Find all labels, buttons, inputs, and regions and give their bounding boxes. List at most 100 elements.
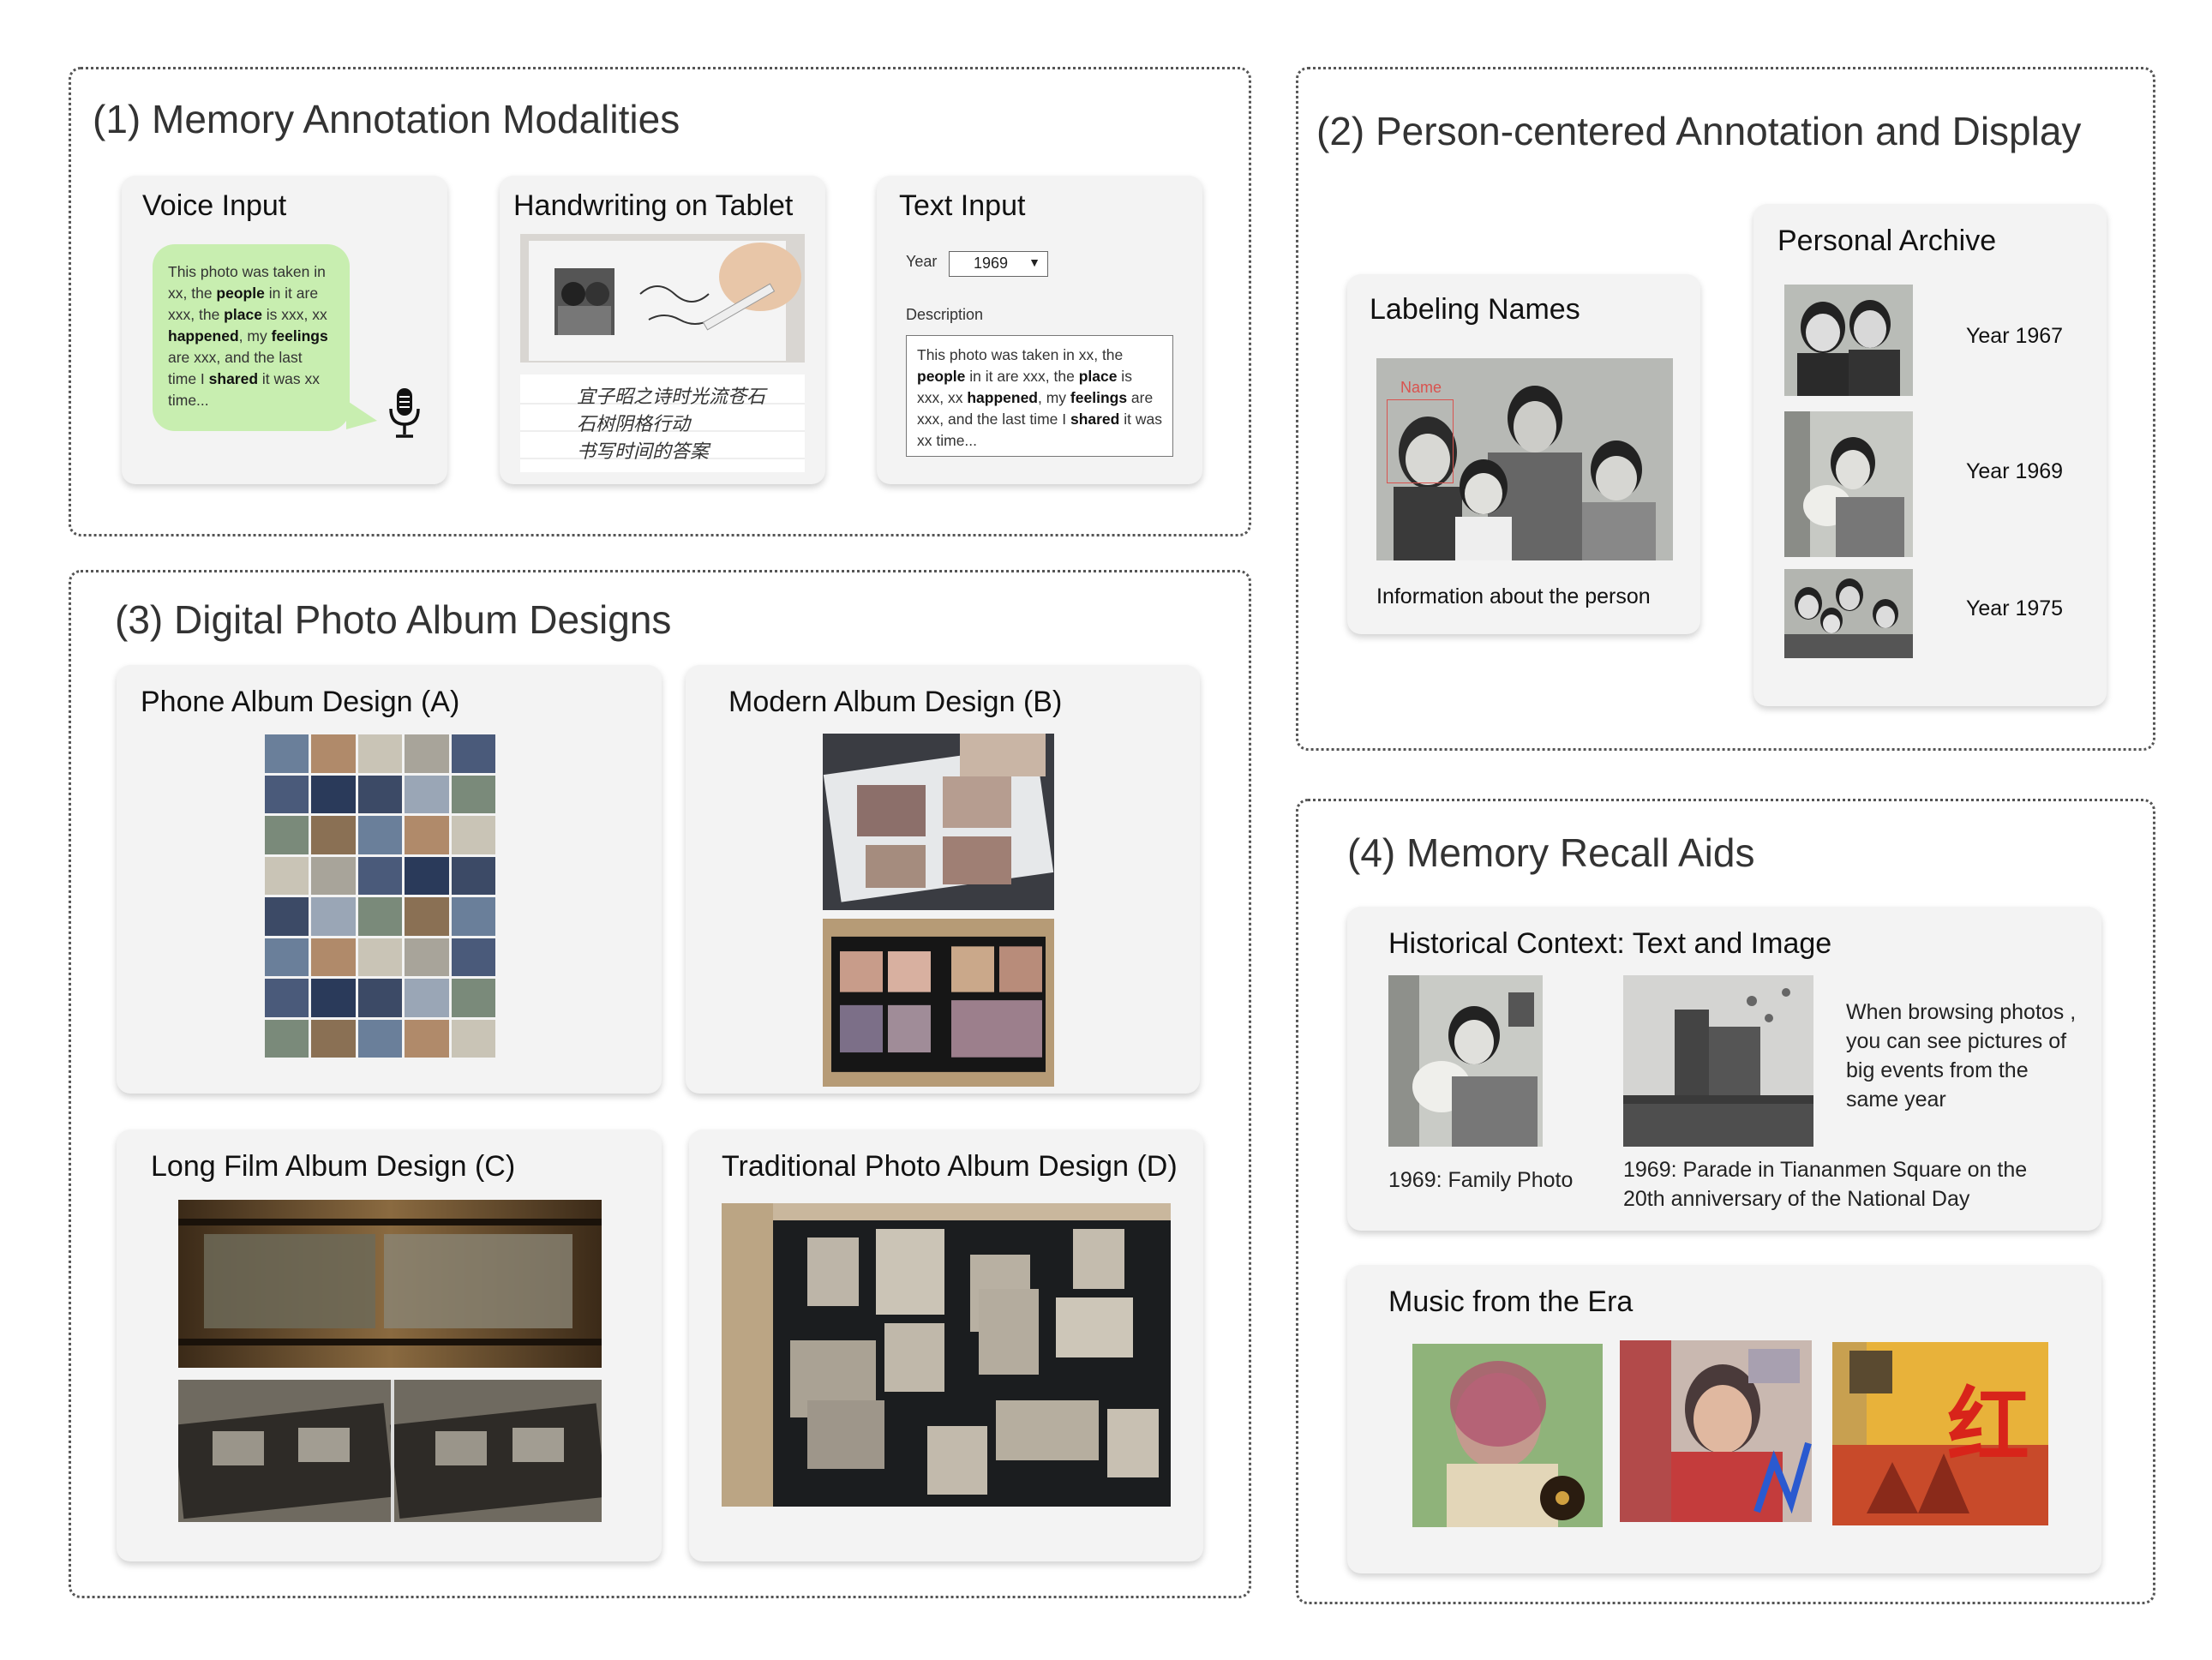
- phone-album-thumbnail[interactable]: [451, 979, 495, 1017]
- archive-year-1975: Year 1975: [1966, 596, 2064, 620]
- phone-album-thumbnail[interactable]: [357, 775, 403, 813]
- film-strip-bottom[interactable]: [178, 1380, 602, 1522]
- phone-album-thumbnail[interactable]: [405, 816, 449, 854]
- album-cover-2[interactable]: [1620, 1340, 1812, 1522]
- historical-context-card[interactable]: Historical Context: Text and Image When …: [1347, 907, 2101, 1231]
- parade-photo-1969[interactable]: [1623, 975, 1813, 1147]
- phone-album-thumbnail[interactable]: [451, 734, 495, 773]
- film-strip-top[interactable]: [178, 1200, 602, 1368]
- phone-album-thumbnail[interactable]: [265, 1019, 309, 1058]
- section-title-2: (2) Person-centered Annotation and Displ…: [1316, 109, 2082, 153]
- phone-album-thumbnail[interactable]: [265, 938, 309, 976]
- phone-album-thumbnail[interactable]: [265, 979, 309, 1017]
- phone-album-thumbnail[interactable]: [265, 856, 309, 895]
- long-film-album-card[interactable]: Long Film Album Design (C): [117, 1130, 662, 1561]
- phone-album-thumbnail[interactable]: [405, 775, 449, 813]
- keyword-text: people: [216, 285, 265, 302]
- phone-album-thumbnail[interactable]: [311, 816, 356, 854]
- person-info-text: Information about the person: [1376, 584, 1651, 608]
- dropdown-arrow-icon: ▼: [1028, 255, 1040, 269]
- phone-album-thumbnail[interactable]: [357, 938, 403, 976]
- phone-album-thumbnail[interactable]: [405, 1019, 449, 1058]
- keyword-text: happened: [168, 327, 239, 345]
- phone-album-thumbnail[interactable]: [311, 856, 356, 895]
- keyword-text: shared: [1070, 411, 1120, 428]
- keyword-text: shared: [208, 370, 259, 387]
- plain-text: is xxx, xx: [261, 306, 327, 323]
- phone-album-thumbnail[interactable]: [265, 816, 309, 854]
- archive-photo-1967[interactable]: [1784, 285, 1913, 396]
- phone-album-thumbnail[interactable]: [357, 734, 403, 773]
- long-film-album-title: Long Film Album Design (C): [151, 1150, 516, 1183]
- traditional-album-photo[interactable]: [722, 1203, 1171, 1507]
- phone-album-thumbnail[interactable]: [311, 1019, 356, 1058]
- phone-album-thumbnail[interactable]: [451, 856, 495, 895]
- handwriting-title: Handwriting on Tablet: [513, 189, 794, 222]
- family-photo-caption: 1969: Family Photo: [1388, 1168, 1574, 1192]
- labeling-names-title: Labeling Names: [1370, 293, 1580, 326]
- phone-album-thumbnail[interactable]: [265, 897, 309, 936]
- text-input-card[interactable]: Text Input Year 1969 ▼ Description This …: [877, 176, 1202, 484]
- phone-album-thumbnail[interactable]: [311, 734, 356, 773]
- phone-album-thumbnail[interactable]: [357, 979, 403, 1017]
- phone-album-title: Phone Album Design (A): [141, 686, 460, 718]
- phone-album-thumbnail[interactable]: [311, 775, 356, 813]
- phone-album-thumbnail[interactable]: [405, 897, 449, 936]
- description-textarea[interactable]: This photo was taken in xx, the people i…: [906, 335, 1173, 457]
- traditional-album-card[interactable]: Traditional Photo Album Design (D): [689, 1130, 1203, 1561]
- archive-photo-1969[interactable]: [1784, 411, 1913, 557]
- personal-archive-title: Personal Archive: [1777, 225, 1997, 257]
- phone-album-thumbnail[interactable]: [311, 897, 356, 936]
- traditional-album-title: Traditional Photo Album Design (D): [722, 1150, 1178, 1183]
- archive-photo-1975[interactable]: [1784, 569, 1913, 658]
- family-photo-1969[interactable]: [1388, 975, 1543, 1147]
- phone-album-grid[interactable]: [264, 734, 497, 1059]
- parade-photo-caption: 1969: Parade in Tiananmen Square on the …: [1623, 1158, 2028, 1211]
- album-cover-3-glyph: 红: [1947, 1377, 2029, 1474]
- phone-album-thumbnail[interactable]: [405, 979, 449, 1017]
- labeling-names-card[interactable]: Labeling Names Name Information about th…: [1347, 274, 1700, 634]
- phone-album-thumbnail[interactable]: [265, 775, 309, 813]
- phone-album-thumbnail[interactable]: [451, 897, 495, 936]
- phone-album-thumbnail[interactable]: [311, 979, 356, 1017]
- voice-input-card[interactable]: Voice Input This photo was taken in xx, …: [122, 176, 447, 484]
- phone-album-thumbnail[interactable]: [405, 734, 449, 773]
- album-cover-1[interactable]: [1412, 1344, 1603, 1527]
- section-title-4: (4) Memory Recall Aids: [1347, 830, 1755, 875]
- year-select[interactable]: 1969 ▼: [949, 251, 1048, 277]
- keyword-text: happened: [967, 389, 1038, 406]
- phone-album-thumbnail[interactable]: [405, 938, 449, 976]
- plain-text: , my: [1038, 389, 1070, 406]
- phone-album-thumbnail[interactable]: [451, 938, 495, 976]
- handwriting-card[interactable]: Handwriting on Tablet 宜子昭之诗时光流苍石 石树阴格行动 …: [500, 176, 825, 484]
- phone-album-thumbnail[interactable]: [265, 734, 309, 773]
- phone-album-thumbnail[interactable]: [311, 938, 356, 976]
- plain-text: This photo was taken in xx, the: [917, 346, 1124, 363]
- modern-album-photo-top[interactable]: [823, 734, 1054, 910]
- archive-year-1969: Year 1969: [1966, 459, 2064, 483]
- name-tag-label: Name: [1400, 379, 1442, 396]
- plain-text: , my: [238, 327, 272, 345]
- phone-album-thumbnail[interactable]: [357, 897, 403, 936]
- text-input-title: Text Input: [899, 189, 1026, 222]
- phone-album-thumbnail[interactable]: [357, 1019, 403, 1058]
- music-era-title: Music from the Era: [1388, 1285, 1634, 1318]
- keyword-text: place: [224, 306, 262, 323]
- phone-album-thumbnail[interactable]: [451, 775, 495, 813]
- name-bounding-box[interactable]: [1387, 399, 1454, 483]
- modern-album-photo-bottom[interactable]: [823, 919, 1054, 1087]
- phone-album-thumbnail[interactable]: [451, 816, 495, 854]
- music-era-card[interactable]: Music from the Era 红: [1347, 1265, 2101, 1573]
- phone-album-card[interactable]: Phone Album Design (A): [117, 665, 662, 1094]
- phone-album-thumbnail[interactable]: [357, 856, 403, 895]
- historical-context-title: Historical Context: Text and Image: [1388, 927, 1832, 960]
- modern-album-card[interactable]: Modern Album Design (B): [686, 665, 1200, 1094]
- personal-archive-card[interactable]: Personal Archive Year 1967 Year 1969 Yea…: [1753, 204, 2107, 706]
- microphone-icon[interactable]: [386, 387, 423, 440]
- year-select-value: 1969: [974, 255, 1009, 272]
- keyword-text: people: [917, 368, 966, 385]
- phone-album-thumbnail[interactable]: [357, 816, 403, 854]
- phone-album-thumbnail[interactable]: [451, 1019, 495, 1058]
- voice-transcript-bubble: This photo was taken in xx, the people i…: [153, 244, 350, 431]
- phone-album-thumbnail[interactable]: [405, 856, 449, 895]
